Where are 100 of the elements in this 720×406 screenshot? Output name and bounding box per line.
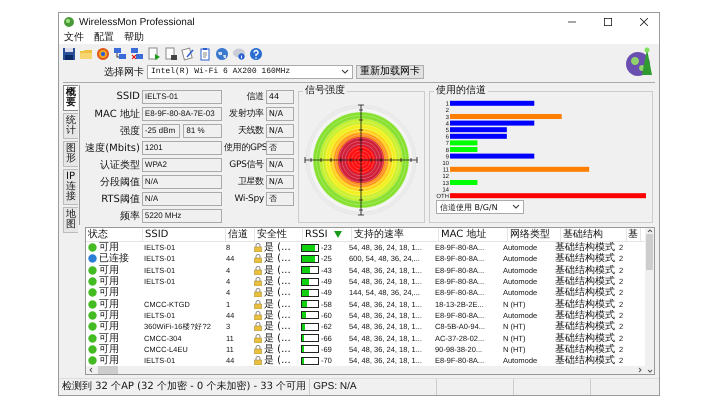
- scroll-right-icon[interactable]: [637, 367, 643, 374]
- field-label: Wi-Spy: [233, 194, 264, 204]
- table-cell: 是 (...: [264, 344, 291, 355]
- lock-icon: [254, 356, 262, 366]
- lock-icon: [254, 300, 262, 309]
- status-text: 可用: [99, 332, 119, 344]
- close-icon: [640, 18, 648, 26]
- sort-descending-icon: [334, 231, 342, 238]
- table-cell: 是 (...: [264, 321, 291, 332]
- field-label: 卫星数: [236, 176, 264, 188]
- side-tab[interactable]: 地图: [63, 207, 78, 233]
- value-field: WPA2: [142, 158, 222, 172]
- value-field: IELTS-01: [142, 90, 222, 104]
- side-tab[interactable]: 图形: [63, 141, 78, 167]
- value-field: 44: [266, 90, 294, 104]
- globe-button[interactable]: [214, 46, 229, 62]
- field-label: MAC 地址: [93, 108, 140, 120]
- scroll-thumb[interactable]: [98, 366, 118, 374]
- status-text: 可用: [99, 298, 119, 310]
- table-cell: 基础结构模式: [555, 264, 615, 276]
- document-printer-button[interactable]: [163, 46, 178, 62]
- lock-icon: [254, 288, 262, 298]
- column-header[interactable]: SSID: [143, 228, 226, 241]
- column-header[interactable]: 网络类型: [508, 228, 561, 241]
- table-cell: 基础结构模式: [555, 310, 615, 321]
- status-text: 检测到 32 个AP (32 个加密 - 0 个未加密) - 33 个可用: [59, 379, 310, 395]
- field-label: 速度(Mbits): [84, 142, 140, 154]
- horizontal-scrollbar[interactable]: [86, 366, 645, 374]
- lock-icon: [254, 310, 262, 320]
- menu-item[interactable]: 帮助: [124, 32, 144, 44]
- lock-icon: [254, 243, 262, 252]
- column-header[interactable]: 基础结构: [561, 228, 627, 241]
- column-header[interactable]: RSSI: [303, 228, 352, 241]
- side-tab[interactable]: 统计: [63, 113, 78, 139]
- status-text: 可用: [99, 355, 119, 366]
- table-cell: 基础结构模式: [555, 287, 615, 298]
- table-cell: 是 (...: [264, 298, 291, 310]
- column-header[interactable]: 支持的速率: [352, 228, 439, 241]
- status-text: 可用: [99, 287, 119, 298]
- document-pen-button[interactable]: [180, 46, 195, 62]
- status-text: 可用: [99, 321, 119, 332]
- column-header[interactable]: MAC 地址: [439, 228, 508, 241]
- field-label: 强度: [118, 124, 140, 138]
- column-header[interactable]: 基: [627, 228, 641, 241]
- table-cell: 是 (...: [264, 242, 291, 254]
- window-title: WirelessMon Professional: [79, 16, 195, 28]
- status-text: 可用: [99, 310, 119, 321]
- target-button[interactable]: [95, 46, 110, 62]
- value-field: 否: [266, 140, 294, 154]
- scroll-thumb[interactable]: [646, 234, 653, 270]
- channel-filter-dropdown[interactable]: 信道使用 B/G/N: [436, 200, 524, 214]
- lock-icon: [254, 277, 262, 286]
- vertical-scrollbar[interactable]: [645, 228, 654, 374]
- scroll-down-icon[interactable]: [646, 368, 652, 374]
- status-text: 可用: [99, 276, 119, 288]
- table-cell: 是 (...: [264, 355, 291, 366]
- table-cell: 基础结构模式: [555, 344, 615, 355]
- reload-adapter-button[interactable]: 重新加载网卡: [356, 64, 424, 78]
- app-icon: [63, 16, 75, 28]
- scroll-up-icon[interactable]: [646, 228, 652, 234]
- value-field: N/A: [266, 124, 294, 138]
- caret-icon: [341, 68, 349, 74]
- side-tab[interactable]: 概要: [63, 85, 78, 111]
- column-header[interactable]: 信道: [226, 228, 255, 241]
- status-text: 已连接: [99, 253, 129, 264]
- table-cell: 基础结构模式: [555, 253, 615, 264]
- value-field: 5220 MHz: [142, 208, 222, 222]
- value-field: 81 %: [183, 124, 222, 138]
- adapter-dropdown[interactable]: Intel(R) Wi-Fi 6 AX200 160MHz: [147, 64, 353, 78]
- value-field: N/A: [142, 174, 222, 188]
- value-field: N/A: [266, 158, 294, 172]
- table-cell: 基础结构模式: [555, 276, 615, 288]
- maximize-icon: [604, 18, 612, 26]
- network-error-button[interactable]: [129, 46, 144, 62]
- field-label: 分段阈值: [98, 176, 140, 188]
- chat-info-button[interactable]: [231, 46, 246, 62]
- column-header[interactable]: 状态: [86, 228, 143, 241]
- value-field: E8-9F-80-8A-7E-03: [142, 106, 222, 120]
- save-button[interactable]: [61, 46, 76, 62]
- scroll-left-icon[interactable]: [88, 367, 94, 374]
- field-label: SSID: [116, 91, 140, 102]
- lock-icon: [254, 266, 262, 275]
- table-cell: 基础结构模式: [555, 298, 615, 310]
- network-button[interactable]: [112, 46, 127, 62]
- value-field: N/A: [266, 174, 294, 188]
- document-play-button[interactable]: [146, 46, 161, 62]
- lock-icon: [254, 334, 262, 343]
- menu-item[interactable]: 配置: [94, 32, 114, 44]
- side-tab[interactable]: IP连接: [63, 169, 78, 205]
- help-button[interactable]: [248, 46, 263, 62]
- field-label: 认证类型: [98, 158, 140, 172]
- lock-icon: [254, 322, 262, 332]
- column-header[interactable]: 安全性: [255, 228, 303, 241]
- field-label: 信道: [245, 90, 264, 103]
- menu-item[interactable]: 文件: [64, 32, 84, 44]
- table-cell: 是 (...: [264, 332, 291, 344]
- value-field: N/A: [142, 192, 222, 206]
- channel-bar: [450, 180, 478, 185]
- status-text: 可用: [99, 344, 119, 355]
- field-label: RTS阈值: [100, 192, 140, 206]
